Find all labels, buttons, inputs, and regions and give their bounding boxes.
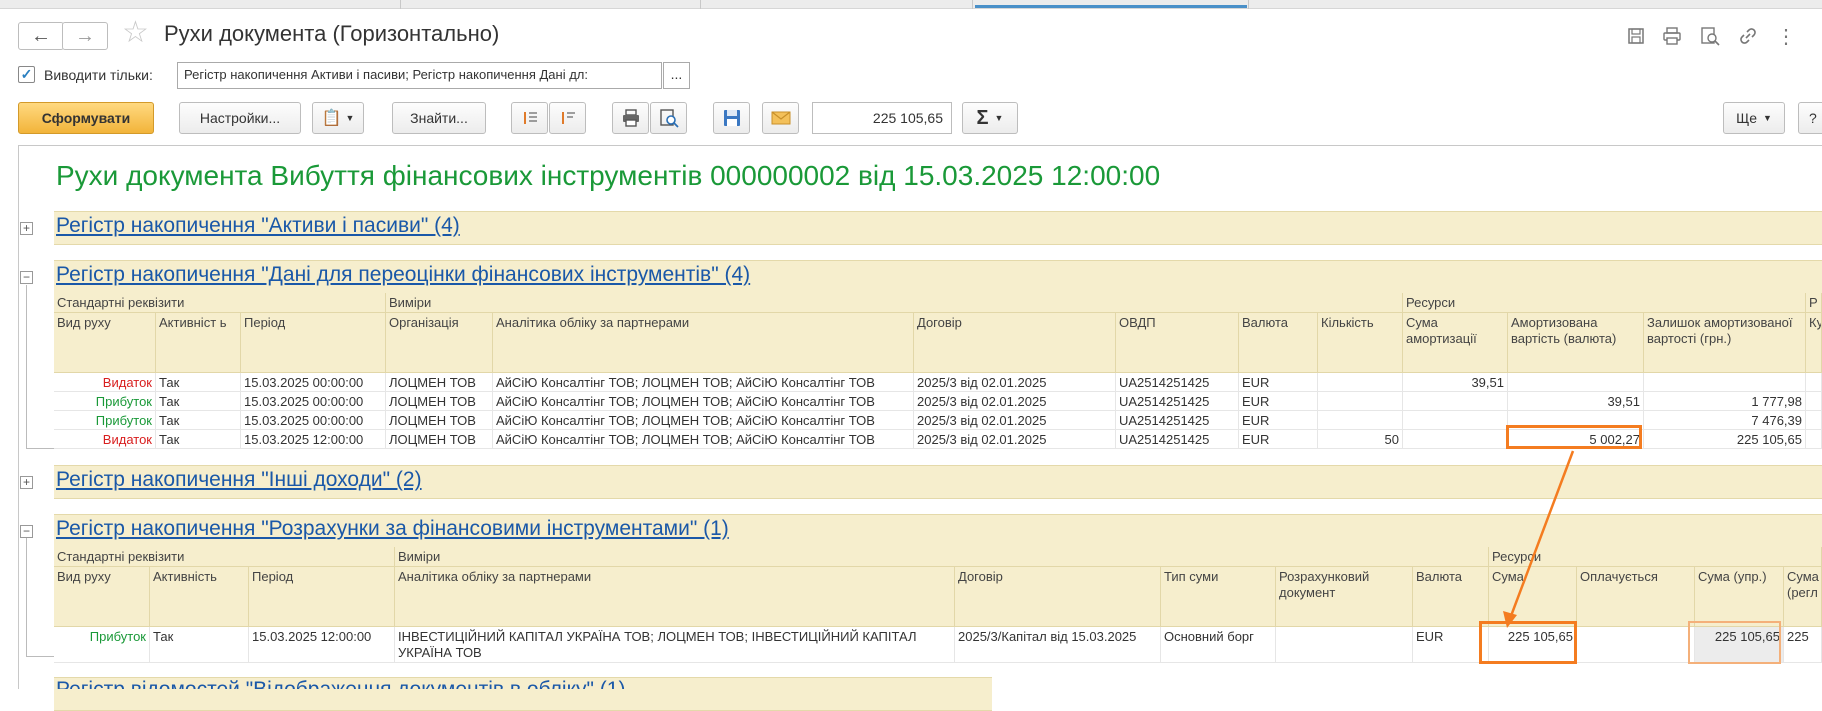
connector-arrow xyxy=(1503,450,1575,628)
